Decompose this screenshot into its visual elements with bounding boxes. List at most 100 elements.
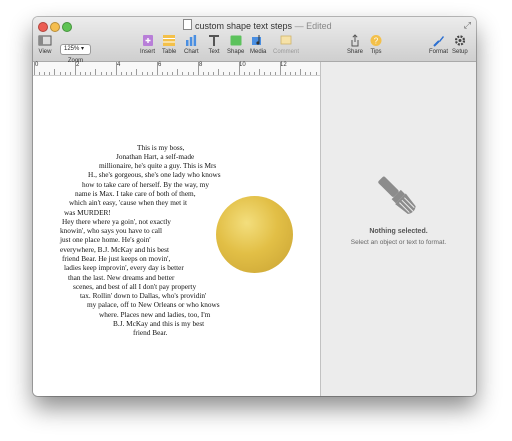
ruler-tick — [202, 72, 204, 75]
zoom-select[interactable]: 125% ▾ — [60, 44, 91, 55]
text-line: how to take care of herself. By the way,… — [82, 180, 209, 189]
tips-icon: ? — [370, 35, 382, 46]
ruler-tick — [228, 72, 230, 75]
share-button[interactable]: Share — [347, 34, 363, 55]
comment-label: Comment — [273, 49, 300, 55]
text-line: Hey there where ya goin', not exactly — [62, 217, 171, 226]
ruler-tick — [213, 72, 215, 75]
zoom-control[interactable]: 125% ▾ Zoom — [60, 37, 91, 64]
fullscreen-icon[interactable]: ⤢ — [464, 20, 471, 31]
view-button[interactable]: View — [38, 34, 52, 55]
minimize-button[interactable] — [50, 22, 60, 32]
ruler-tick — [284, 72, 286, 75]
ruler-tick — [141, 72, 143, 75]
document-icon — [183, 19, 192, 30]
ruler-tick — [187, 72, 189, 75]
circle-shape[interactable] — [216, 196, 293, 273]
ruler-tick — [249, 72, 251, 75]
text-line: scenes, and best of all I don't pay prop… — [73, 282, 197, 291]
ruler-label: 6 — [158, 62, 162, 68]
media-icon — [252, 35, 262, 45]
ruler-tick — [305, 72, 307, 75]
format-label: Format — [429, 49, 449, 55]
ruler[interactable]: 0 2 4 6 8 10 12 — [33, 62, 320, 76]
media-button[interactable]: Media — [250, 34, 266, 55]
share-label: Share — [347, 49, 364, 55]
ruler-tick — [95, 69, 97, 75]
ruler-tick — [295, 72, 297, 75]
text-button[interactable]: Text — [207, 34, 221, 55]
chart-icon — [186, 35, 197, 46]
text-line: just one place home. He's goin' — [60, 235, 151, 244]
shape-button[interactable]: Shape — [227, 34, 244, 55]
ruler-label: 10 — [239, 62, 246, 68]
ruler-tick — [34, 62, 35, 75]
ruler-tick — [233, 72, 235, 75]
format-button[interactable]: Format — [429, 34, 448, 55]
ruler-tick — [300, 69, 302, 75]
ruler-label: 12 — [280, 62, 287, 68]
setup-button[interactable]: Setup — [452, 34, 468, 55]
ruler-tick — [146, 72, 148, 75]
edited-status: — Edited — [294, 21, 332, 31]
ruler-tick — [64, 72, 66, 75]
tips-button[interactable]: ? Tips — [369, 34, 383, 55]
text-line: B.J. McKay and this is my best — [113, 319, 205, 328]
ruler-tick — [167, 72, 169, 75]
text-line: was MURDER! — [64, 208, 111, 217]
text-line: friend Bear. He just keeps on movin', — [62, 254, 171, 263]
ruler-tick — [223, 72, 225, 75]
ruler-tick — [54, 69, 56, 75]
ruler-tick — [39, 72, 41, 75]
text-line: millionaire, he's quite a guy. This is M… — [99, 161, 217, 170]
ruler-tick — [100, 72, 102, 75]
inspector-subtitle: Select an object or text to format. — [350, 239, 447, 246]
table-icon — [163, 35, 176, 46]
ruler-tick — [274, 72, 276, 75]
ruler-tick — [243, 72, 245, 75]
ruler-tick — [259, 69, 261, 75]
ruler-tick — [156, 62, 158, 75]
chart-button[interactable]: Chart — [184, 34, 199, 55]
zoom-value: 125% — [64, 46, 80, 52]
close-button[interactable] — [38, 22, 48, 32]
tips-label: Tips — [370, 49, 382, 55]
ruler-tick — [110, 72, 112, 75]
insert-icon — [142, 35, 153, 46]
zoom-window-button[interactable] — [62, 22, 72, 32]
ruler-tick — [131, 72, 133, 75]
ruler-tick — [162, 72, 163, 75]
ruler-tick — [218, 69, 220, 75]
text-icon — [209, 35, 219, 46]
text-line: H., she's gorgeous, she's one lady who k… — [88, 170, 221, 179]
view-label: View — [38, 49, 52, 55]
ruler-tick — [126, 72, 128, 75]
insert-button[interactable]: Insert — [140, 34, 155, 55]
table-label: Table — [162, 49, 177, 55]
ruler-label: 0 — [35, 62, 39, 68]
ruler-tick — [208, 72, 210, 75]
text-line: where. Places new and ladies, too, I'm — [99, 310, 211, 319]
ruler-tick — [192, 72, 194, 75]
ruler-tick — [136, 69, 138, 75]
ruler-tick — [197, 62, 199, 75]
table-button[interactable]: Table — [162, 34, 176, 55]
shape-icon — [230, 35, 242, 46]
ruler-tick — [254, 72, 256, 75]
ruler-tick — [172, 72, 174, 75]
ruler-tick — [182, 72, 184, 75]
text-line: friend Bear. — [133, 328, 168, 337]
ruler-tick — [269, 72, 271, 75]
ruler-tick — [310, 72, 312, 75]
ruler-tick — [238, 62, 240, 75]
ruler-tick — [105, 72, 107, 75]
text-line: This is my boss, — [137, 143, 185, 152]
ruler-tick — [290, 72, 291, 75]
title-bar: custom shape text steps — Edited ⤢ View … — [33, 17, 476, 64]
text-line: than the last. New dreams and better — [68, 273, 175, 282]
comment-button[interactable]: Comment — [273, 34, 299, 55]
ruler-tick — [49, 72, 51, 75]
share-icon — [351, 34, 359, 47]
ruler-tick — [121, 72, 123, 75]
media-label: Media — [250, 49, 267, 55]
